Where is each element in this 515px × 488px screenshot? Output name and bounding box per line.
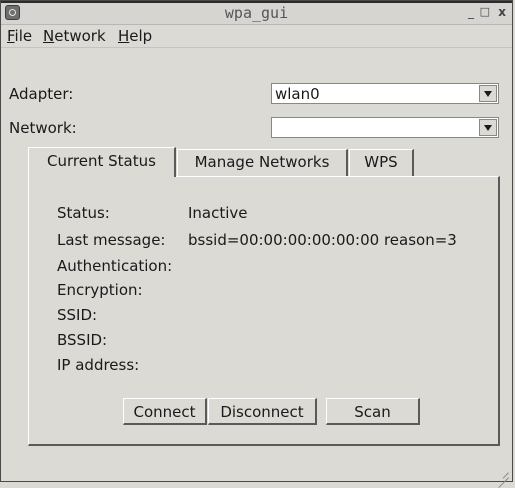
adapter-label: Adapter: (9, 85, 74, 103)
menu-network[interactable]: Network (43, 27, 106, 45)
tab-wps[interactable]: WPS (349, 149, 414, 176)
tab-current-status[interactable]: Current Status (28, 147, 176, 177)
dropdown-arrow-icon[interactable] (479, 119, 497, 136)
connect-button[interactable]: Connect (123, 398, 207, 425)
menu-network-mnemonic: N (43, 27, 55, 45)
encryption-label: Encryption: (57, 281, 143, 299)
status-label: Status: (57, 204, 110, 222)
menu-bar: File Network Help (1, 25, 512, 48)
adapter-select[interactable]: wlan0 (271, 83, 499, 104)
adapter-select-value: wlan0 (275, 85, 320, 103)
scan-button[interactable]: Scan (326, 398, 420, 425)
menu-file-label: ile (14, 27, 33, 45)
close-button[interactable]: x (498, 5, 506, 19)
dropdown-arrow-icon[interactable] (479, 85, 497, 102)
title-bar[interactable]: wpa_gui _ □ x (1, 3, 512, 25)
menu-help-mnemonic: H (118, 27, 130, 45)
menu-file[interactable]: File (7, 27, 32, 45)
menu-help[interactable]: Help (118, 27, 152, 45)
last-message-label: Last message: (57, 231, 166, 249)
ip-address-label: IP address: (57, 356, 140, 374)
current-status-panel: Status: Inactive Last message: bssid=00:… (28, 176, 500, 446)
last-message-value: bssid=00:00:00:00:00:00 reason=3 (188, 231, 457, 249)
network-select[interactable] (271, 117, 499, 138)
menu-file-mnemonic: F (7, 27, 15, 45)
minimize-button[interactable]: _ (468, 5, 474, 19)
network-label: Network: (9, 119, 77, 137)
disconnect-button[interactable]: Disconnect (208, 398, 317, 425)
menu-network-label: etwork (54, 27, 106, 45)
bssid-label: BSSID: (57, 331, 108, 349)
resize-grip-icon[interactable] (497, 466, 509, 488)
ssid-label: SSID: (57, 306, 98, 324)
tab-manage-networks[interactable]: Manage Networks (177, 149, 348, 176)
wpa-gui-window: wpa_gui _ □ x File Network Help Adapter:… (0, 0, 513, 488)
maximize-button[interactable]: □ (480, 5, 490, 18)
status-value: Inactive (188, 204, 248, 222)
window-title: wpa_gui (224, 4, 289, 22)
menu-help-label: elp (129, 27, 153, 45)
authentication-label: Authentication: (57, 257, 173, 275)
